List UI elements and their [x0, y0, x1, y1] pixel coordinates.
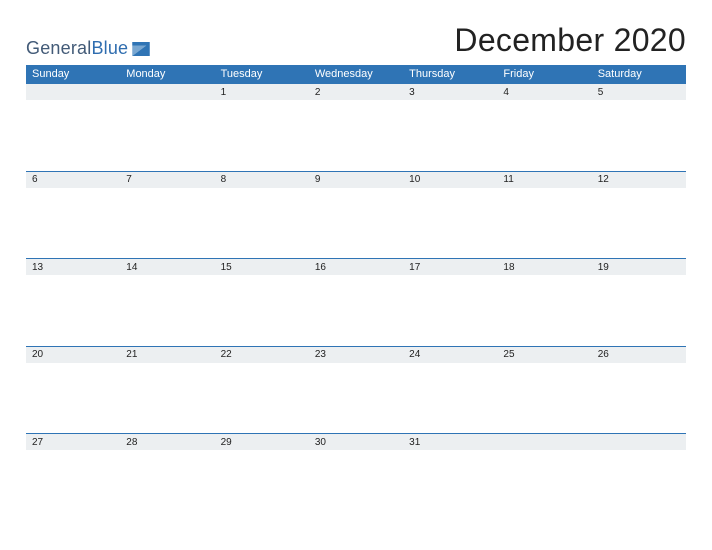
day-cell: 14: [120, 258, 214, 346]
day-cell: [120, 83, 214, 171]
header: GeneralBlue December 2020: [26, 22, 686, 59]
day-cell: [592, 433, 686, 521]
day-cell: 20: [26, 346, 120, 434]
day-cell: 7: [120, 171, 214, 259]
day-number: 31: [403, 437, 420, 448]
day-cell: 26: [592, 346, 686, 434]
day-number: 19: [592, 262, 609, 273]
day-number: 26: [592, 349, 609, 360]
day-cell: 23: [309, 346, 403, 434]
day-cell: 21: [120, 346, 214, 434]
day-cell: 19: [592, 258, 686, 346]
day-cell: 16: [309, 258, 403, 346]
day-cell: 25: [497, 346, 591, 434]
weekday-heading: Sunday: [26, 66, 120, 83]
day-number: 14: [120, 262, 137, 273]
weekday-heading: Thursday: [403, 66, 497, 83]
day-number: 4: [497, 87, 509, 98]
day-number: 2: [309, 87, 321, 98]
day-cell: 28: [120, 433, 214, 521]
day-number: 5: [592, 87, 604, 98]
day-cell: 22: [215, 346, 309, 434]
day-number: 17: [403, 262, 420, 273]
day-cell: 9: [309, 171, 403, 259]
day-number: 15: [215, 262, 232, 273]
day-number: 13: [26, 262, 43, 273]
day-number: 28: [120, 437, 137, 448]
day-number: 11: [497, 174, 513, 185]
flag-icon: [132, 42, 150, 56]
weekday-heading: Tuesday: [215, 66, 309, 83]
weekday-heading: Wednesday: [309, 66, 403, 83]
day-number: 16: [309, 262, 326, 273]
day-cell: 30: [309, 433, 403, 521]
weekday-heading: Monday: [120, 66, 214, 83]
day-number: 27: [26, 437, 43, 448]
day-number: 3: [403, 87, 415, 98]
day-number: 20: [26, 349, 43, 360]
day-number: 23: [309, 349, 326, 360]
day-cell: [497, 433, 591, 521]
day-cell: 8: [215, 171, 309, 259]
calendar-page: GeneralBlue December 2020 Sunday Monday …: [0, 0, 712, 521]
day-cell: 27: [26, 433, 120, 521]
day-number: 12: [592, 174, 609, 185]
day-cell: 12: [592, 171, 686, 259]
brand-logo: GeneralBlue: [26, 38, 150, 59]
day-cell: 15: [215, 258, 309, 346]
day-cell: 1: [215, 83, 309, 171]
day-cell: 10: [403, 171, 497, 259]
day-cell: 18: [497, 258, 591, 346]
day-number: 21: [120, 349, 137, 360]
day-number: 9: [309, 174, 321, 185]
brand-name: GeneralBlue: [26, 38, 128, 59]
day-number: 22: [215, 349, 232, 360]
month-title: December 2020: [454, 22, 686, 59]
day-cell: 2: [309, 83, 403, 171]
day-number: 18: [497, 262, 514, 273]
day-cell: 11: [497, 171, 591, 259]
day-number: 29: [215, 437, 232, 448]
day-number: 24: [403, 349, 420, 360]
day-number: 30: [309, 437, 326, 448]
day-number: 8: [215, 174, 227, 185]
day-cell: 3: [403, 83, 497, 171]
calendar-grid: 1 2 3 4 5 6 7 8 9 10 11 12 13 14 15 16 1…: [26, 83, 686, 521]
day-number: 1: [215, 87, 227, 98]
day-cell: 24: [403, 346, 497, 434]
weekday-heading: Friday: [497, 66, 591, 83]
day-number: 10: [403, 174, 420, 185]
day-cell: 13: [26, 258, 120, 346]
day-cell: 17: [403, 258, 497, 346]
day-cell: 6: [26, 171, 120, 259]
day-number: 7: [120, 174, 132, 185]
day-cell: 29: [215, 433, 309, 521]
day-cell: 5: [592, 83, 686, 171]
day-number: 25: [497, 349, 514, 360]
day-cell: 4: [497, 83, 591, 171]
weekday-header-row: Sunday Monday Tuesday Wednesday Thursday…: [26, 65, 686, 83]
day-number: 6: [26, 174, 38, 185]
day-cell: [26, 83, 120, 171]
weekday-heading: Saturday: [592, 66, 686, 83]
brand-part1: General: [26, 38, 91, 58]
day-cell: 31: [403, 433, 497, 521]
brand-part2: Blue: [91, 38, 128, 58]
